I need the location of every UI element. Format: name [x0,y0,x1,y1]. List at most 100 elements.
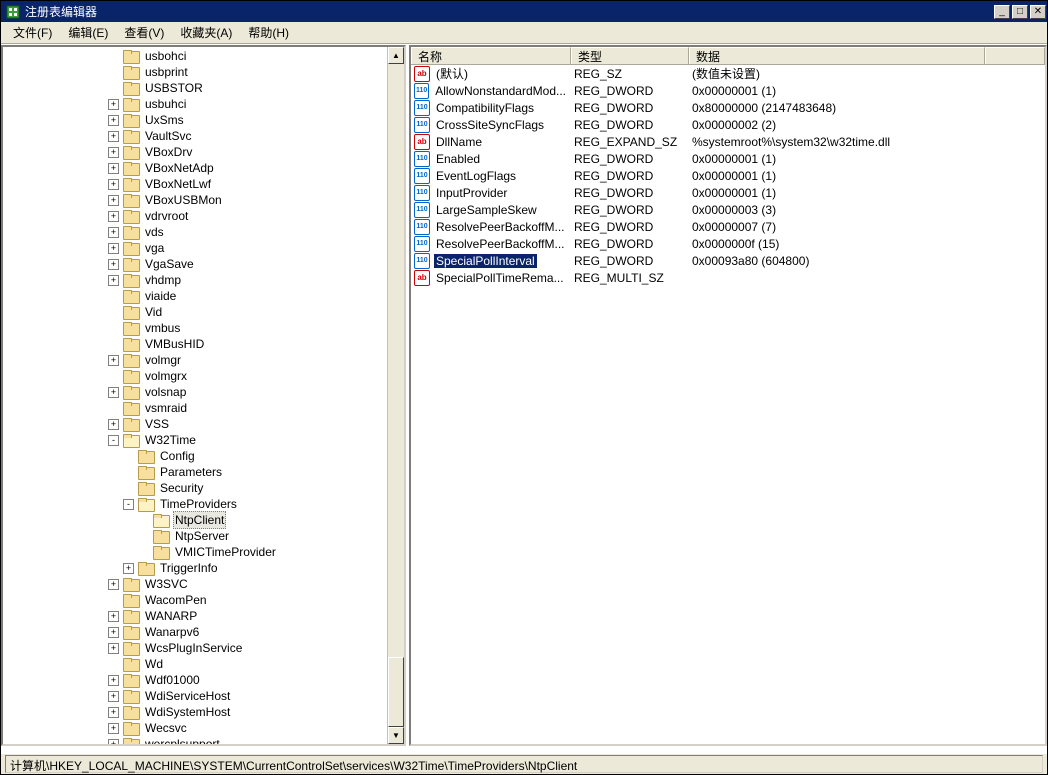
tree-item[interactable]: NtpClient [3,512,404,528]
list-row[interactable]: 110InputProviderREG_DWORD0x00000001 (1) [411,184,1045,201]
list-row[interactable]: ab(默认)REG_SZ(数值未设置) [411,65,1045,82]
tree-item[interactable]: +WANARP [3,608,404,624]
collapse-icon[interactable]: - [123,499,134,510]
tree-item[interactable]: +WdiSystemHost [3,704,404,720]
expand-icon[interactable]: + [108,387,119,398]
tree-item[interactable]: vmbus [3,320,404,336]
list-row[interactable]: 110SpecialPollIntervalREG_DWORD0x00093a8… [411,252,1045,269]
menu-item[interactable]: 文件(F) [5,22,60,43]
tree-item[interactable]: volmgrx [3,368,404,384]
scroll-up-button[interactable]: ▲ [388,47,404,64]
list-row[interactable]: 110ResolvePeerBackoffM...REG_DWORD0x0000… [411,235,1045,252]
menu-item[interactable]: 帮助(H) [240,22,297,43]
expand-icon[interactable]: + [108,115,119,126]
tree-item[interactable]: NtpServer [3,528,404,544]
tree-item[interactable]: +usbuhci [3,96,404,112]
list-row[interactable]: abSpecialPollTimeRema...REG_MULTI_SZ [411,269,1045,286]
expand-icon[interactable]: + [108,611,119,622]
collapse-icon[interactable]: - [108,435,119,446]
tree-item[interactable]: VMBusHID [3,336,404,352]
expand-icon[interactable]: + [108,723,119,734]
tree-item[interactable]: WacomPen [3,592,404,608]
tree-item[interactable]: +vhdmp [3,272,404,288]
expand-icon[interactable]: + [108,147,119,158]
expand-icon[interactable]: + [108,99,119,110]
tree-item[interactable]: +WcsPlugInService [3,640,404,656]
tree-item[interactable]: +Wecsvc [3,720,404,736]
tree-item[interactable]: +VBoxUSBMon [3,192,404,208]
expand-icon[interactable]: + [108,643,119,654]
expand-icon[interactable]: + [108,227,119,238]
expand-icon[interactable]: + [108,419,119,430]
tree-item[interactable]: -TimeProviders [3,496,404,512]
expand-icon[interactable]: + [123,563,134,574]
list-row[interactable]: 110CrossSiteSyncFlagsREG_DWORD0x00000002… [411,116,1045,133]
close-button[interactable]: ✕ [1030,5,1046,19]
tree-item[interactable]: +W3SVC [3,576,404,592]
tree-item[interactable]: +wercplsupport [3,736,404,744]
tree-item[interactable]: +volsnap [3,384,404,400]
tree-item[interactable]: +VaultSvc [3,128,404,144]
tree-item[interactable]: usbohci [3,48,404,64]
expand-icon[interactable]: + [108,627,119,638]
menu-item[interactable]: 编辑(E) [60,22,116,43]
tree-item[interactable]: Parameters [3,464,404,480]
expand-icon[interactable]: + [108,259,119,270]
expand-icon[interactable]: + [108,691,119,702]
tree-scrollbar[interactable]: ▲ ▼ [387,47,404,744]
expand-icon[interactable]: + [108,275,119,286]
tree-item[interactable]: +VgaSave [3,256,404,272]
tree-item[interactable]: +TriggerInfo [3,560,404,576]
tree-item[interactable]: +vds [3,224,404,240]
tree-item[interactable]: viaide [3,288,404,304]
list-row[interactable]: abDllNameREG_EXPAND_SZ%systemroot%\syste… [411,133,1045,150]
menu-item[interactable]: 收藏夹(A) [172,22,240,43]
expand-icon[interactable]: + [108,579,119,590]
maximize-button[interactable]: □ [1012,5,1028,19]
tree-item[interactable]: USBSTOR [3,80,404,96]
column-header[interactable]: 数据 [689,47,985,64]
expand-icon[interactable]: + [108,739,119,745]
tree-item[interactable]: +volmgr [3,352,404,368]
list-row[interactable]: 110EventLogFlagsREG_DWORD0x00000001 (1) [411,167,1045,184]
minimize-button[interactable]: _ [994,5,1010,19]
tree-item[interactable]: -W32Time [3,432,404,448]
expand-icon[interactable]: + [108,163,119,174]
tree-item[interactable]: VMICTimeProvider [3,544,404,560]
expand-icon[interactable]: + [108,131,119,142]
tree-item[interactable]: +VSS [3,416,404,432]
expand-icon[interactable]: + [108,675,119,686]
tree-item[interactable]: +vdrvroot [3,208,404,224]
expand-icon[interactable]: + [108,195,119,206]
list-row[interactable]: 110ResolvePeerBackoffM...REG_DWORD0x0000… [411,218,1045,235]
tree[interactable]: usbohciusbprintUSBSTOR+usbuhci+UxSms+Vau… [3,47,404,744]
list-pane[interactable]: 名称类型数据 ab(默认)REG_SZ(数值未设置)110AllowNonsta… [409,45,1047,746]
menu-item[interactable]: 查看(V) [116,22,172,43]
tree-item[interactable]: Vid [3,304,404,320]
list-row[interactable]: 110LargeSampleSkewREG_DWORD0x00000003 (3… [411,201,1045,218]
tree-item[interactable]: Security [3,480,404,496]
tree-item[interactable]: Wd [3,656,404,672]
list-row[interactable]: 110CompatibilityFlagsREG_DWORD0x80000000… [411,99,1045,116]
scroll-down-button[interactable]: ▼ [388,727,404,744]
tree-item[interactable]: usbprint [3,64,404,80]
scroll-thumb[interactable] [388,657,404,727]
expand-icon[interactable]: + [108,179,119,190]
tree-item[interactable]: vsmraid [3,400,404,416]
tree-item[interactable]: +vga [3,240,404,256]
expand-icon[interactable]: + [108,211,119,222]
tree-item[interactable]: +VBoxNetAdp [3,160,404,176]
expand-icon[interactable]: + [108,355,119,366]
tree-item[interactable]: +UxSms [3,112,404,128]
tree-item[interactable]: Config [3,448,404,464]
column-header[interactable]: 名称 [411,47,571,64]
list-body[interactable]: ab(默认)REG_SZ(数值未设置)110AllowNonstandardMo… [411,65,1045,286]
tree-item[interactable]: +Wdf01000 [3,672,404,688]
list-row[interactable]: 110AllowNonstandardMod...REG_DWORD0x0000… [411,82,1045,99]
column-header[interactable]: 类型 [571,47,689,64]
tree-pane[interactable]: usbohciusbprintUSBSTOR+usbuhci+UxSms+Vau… [1,45,406,746]
list-row[interactable]: 110EnabledREG_DWORD0x00000001 (1) [411,150,1045,167]
expand-icon[interactable]: + [108,243,119,254]
tree-item[interactable]: +WdiServiceHost [3,688,404,704]
tree-item[interactable]: +Wanarpv6 [3,624,404,640]
